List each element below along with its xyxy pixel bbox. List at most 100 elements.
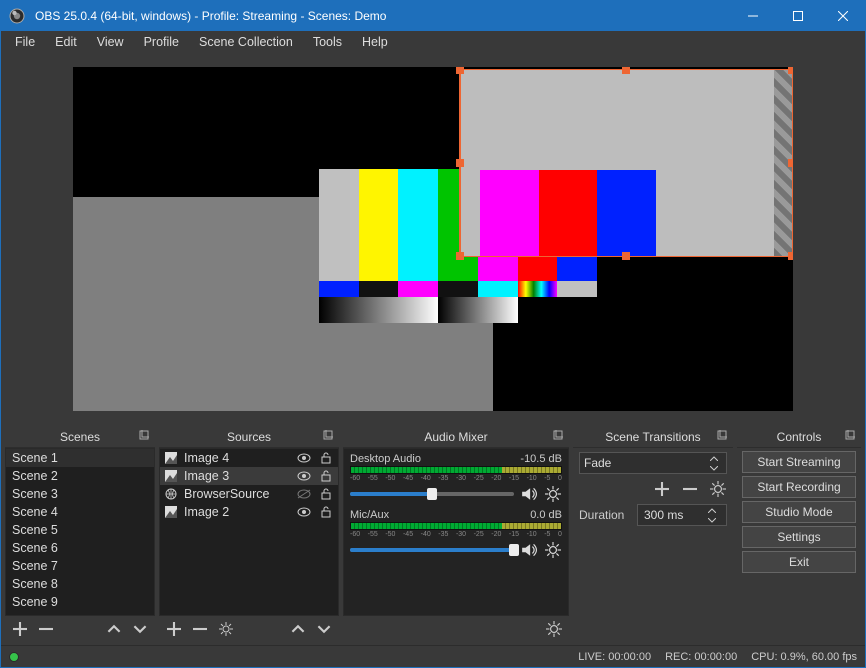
scene-row[interactable]: Scene 8: [6, 575, 154, 593]
mute-button[interactable]: [520, 485, 538, 503]
duration-input[interactable]: 300 ms: [637, 504, 727, 526]
gear-icon: [219, 622, 233, 636]
selection-handle[interactable]: [789, 160, 793, 166]
menu-item-edit[interactable]: Edit: [45, 33, 87, 51]
selection-handle[interactable]: [623, 67, 629, 73]
maximize-button[interactable]: [775, 1, 820, 31]
source-up-button[interactable]: [289, 620, 307, 638]
app-logo-icon: [9, 8, 25, 24]
undock-icon[interactable]: [717, 429, 731, 443]
preview-canvas[interactable]: [73, 67, 793, 411]
scene-row[interactable]: Scene 6: [6, 539, 154, 557]
source-row[interactable]: BrowserSource: [160, 485, 338, 503]
menu-item-view[interactable]: View: [87, 33, 134, 51]
plus-icon: [655, 482, 669, 496]
mute-button[interactable]: [520, 541, 538, 559]
gear-icon: [546, 621, 562, 637]
lock-toggle[interactable]: [318, 469, 334, 483]
undock-icon[interactable]: [139, 429, 153, 443]
menu-item-help[interactable]: Help: [352, 33, 398, 51]
lock-toggle[interactable]: [318, 505, 334, 519]
channel-settings-button[interactable]: [544, 485, 562, 503]
image-icon: [164, 451, 178, 465]
add-source-button[interactable]: [165, 620, 183, 638]
visibility-toggle[interactable]: [296, 505, 312, 519]
scene-up-button[interactable]: [105, 620, 123, 638]
remove-transition-button[interactable]: [681, 480, 699, 498]
sources-list[interactable]: Image 4 Image 3 BrowserSource: [159, 448, 339, 616]
undock-icon[interactable]: [553, 429, 567, 443]
source-row[interactable]: Image 4: [160, 449, 338, 467]
chevron-up-icon: [291, 622, 305, 636]
eye-off-icon: [297, 489, 311, 499]
scenes-panel: Scenes Scene 1 Scene 2 Scene 3 Scene 4 S…: [5, 426, 155, 642]
volume-slider[interactable]: [350, 492, 514, 496]
source-row[interactable]: Image 2: [160, 503, 338, 521]
menu-item-file[interactable]: File: [5, 33, 45, 51]
transition-properties-button[interactable]: [709, 480, 727, 498]
chevron-up-icon: [107, 622, 121, 636]
remove-scene-button[interactable]: [37, 620, 55, 638]
scene-row[interactable]: Scene 2: [6, 467, 154, 485]
settings-button[interactable]: Settings: [742, 526, 856, 548]
start-recording-button[interactable]: Start Recording: [742, 476, 856, 498]
add-transition-button[interactable]: [653, 480, 671, 498]
volume-slider[interactable]: [350, 548, 514, 552]
menu-item-profile[interactable]: Profile: [134, 33, 189, 51]
selection-handle[interactable]: [623, 253, 629, 259]
source-properties-button[interactable]: [217, 620, 235, 638]
transition-select[interactable]: Fade: [579, 452, 727, 474]
visibility-toggle[interactable]: [296, 487, 312, 501]
sources-toolbar: [159, 616, 339, 642]
controls-header: Controls: [737, 426, 861, 448]
mixer-channel: Mic/Aux 0.0 dB -60-55-50-45-40-35-30-25-…: [350, 509, 562, 559]
channel-settings-button[interactable]: [544, 541, 562, 559]
mixer-channel: Desktop Audio -10.5 dB -60-55-50-45-40-3…: [350, 453, 562, 503]
duration-spinner[interactable]: [704, 505, 720, 525]
eye-icon: [297, 507, 311, 517]
exit-button[interactable]: Exit: [742, 551, 856, 573]
visibility-toggle[interactable]: [296, 469, 312, 483]
scene-row[interactable]: Scene 7: [6, 557, 154, 575]
close-button[interactable]: [820, 1, 865, 31]
mixer-properties-button[interactable]: [545, 620, 563, 638]
globe-icon: [164, 487, 178, 501]
chevron-down-icon: [704, 515, 720, 525]
source-label: Image 3: [184, 469, 290, 483]
scene-row[interactable]: Scene 3: [6, 485, 154, 503]
source-label: Image 4: [184, 451, 290, 465]
minimize-button[interactable]: [730, 1, 775, 31]
channel-name: Mic/Aux: [350, 509, 389, 521]
preview-layer-image4-selected[interactable]: [459, 69, 793, 257]
start-streaming-button[interactable]: Start Streaming: [742, 451, 856, 473]
undock-icon[interactable]: [845, 429, 859, 443]
source-row[interactable]: Image 3: [160, 467, 338, 485]
remove-source-button[interactable]: [191, 620, 209, 638]
gear-icon: [710, 481, 726, 497]
scene-down-button[interactable]: [131, 620, 149, 638]
scenes-toolbar: [5, 616, 155, 642]
undock-icon[interactable]: [323, 429, 337, 443]
transitions-panel: Scene Transitions Fade Duration: [573, 426, 733, 642]
studio-mode-button[interactable]: Studio Mode: [742, 501, 856, 523]
scenes-list[interactable]: Scene 1 Scene 2 Scene 3 Scene 4 Scene 5 …: [5, 448, 155, 616]
controls-title: Controls: [777, 430, 822, 444]
lock-toggle[interactable]: [318, 487, 334, 501]
add-scene-button[interactable]: [11, 620, 29, 638]
select-spinner[interactable]: [706, 453, 722, 473]
scene-row[interactable]: Scene 4: [6, 503, 154, 521]
controls-panel: Controls Start Streaming Start Recording…: [737, 426, 861, 642]
status-live: LIVE: 00:00:00: [578, 651, 651, 663]
menu-item-tools[interactable]: Tools: [303, 33, 352, 51]
scene-row[interactable]: Scene 5: [6, 521, 154, 539]
scene-row[interactable]: Scene 9: [6, 593, 154, 611]
sources-panel: Sources Image 4 Image 3 B: [159, 426, 339, 642]
source-down-button[interactable]: [315, 620, 333, 638]
selection-handle[interactable]: [789, 67, 793, 73]
selection-handle[interactable]: [789, 253, 793, 259]
menu-item-scene-collection[interactable]: Scene Collection: [189, 33, 303, 51]
chevron-down-icon: [317, 622, 331, 636]
lock-toggle[interactable]: [318, 451, 334, 465]
scene-row[interactable]: Scene 1: [6, 449, 154, 467]
visibility-toggle[interactable]: [296, 451, 312, 465]
